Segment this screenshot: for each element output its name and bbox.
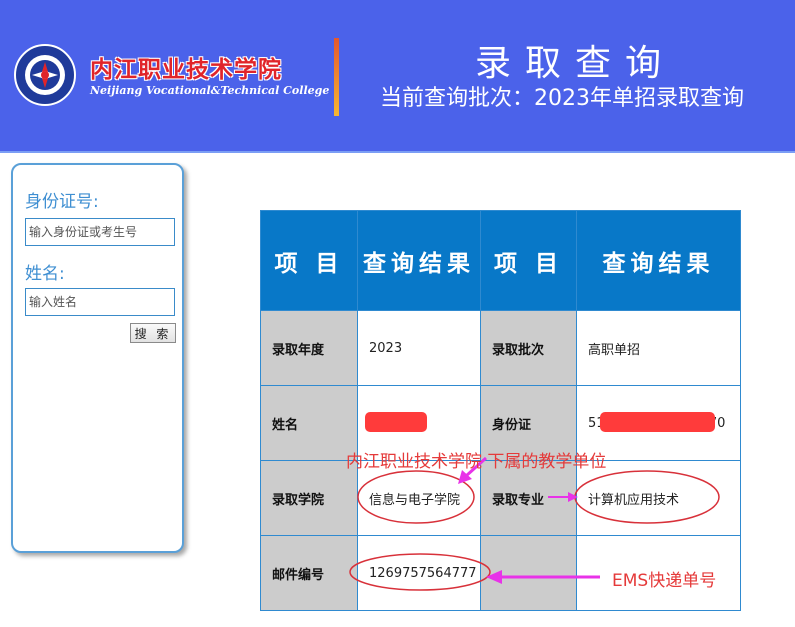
college-annotation: 内江职业技术学院 下属的教学单位 — [346, 452, 607, 472]
id-number-input[interactable] — [25, 218, 175, 246]
college-name-cn: 内江职业技术学院 — [90, 56, 282, 83]
college-logo-icon — [14, 44, 76, 106]
mail-number-label: 邮件编号 — [260, 535, 358, 611]
id-redaction — [600, 412, 715, 432]
result-table: 项 目 查询结果 项 目 查询结果 录取年度 2023 录取批次 高职单招 姓名… — [260, 210, 741, 611]
name-result-label: 姓名 — [260, 385, 358, 461]
page-header: 内江职业技术学院 Neijiang Vocational&Technical C… — [0, 0, 795, 153]
name-redaction — [365, 412, 427, 432]
table-header-row: 项 目 查询结果 项 目 查询结果 — [260, 210, 741, 311]
page-subtitle: 当前查询批次：2023年单招录取查询 — [380, 86, 744, 111]
header-item-2: 项 目 — [480, 210, 577, 311]
admission-batch-label: 录取批次 — [480, 310, 577, 386]
search-panel: 身份证号: 姓名: 搜 索 — [11, 163, 184, 553]
search-button[interactable]: 搜 索 — [130, 323, 176, 343]
admission-year-label: 录取年度 — [260, 310, 358, 386]
college-name-en: Neijiang Vocational&Technical College — [90, 84, 330, 97]
ems-annotation: EMS快递单号 — [612, 571, 717, 591]
header-result-1: 查询结果 — [357, 210, 481, 311]
admission-year-value: 2023 — [357, 310, 481, 386]
id-label: 身份证号: — [25, 192, 99, 212]
header-result-2: 查询结果 — [576, 210, 741, 311]
name-input[interactable] — [25, 288, 175, 316]
page-title: 录取查询 — [474, 43, 675, 84]
name-label: 姓名: — [25, 264, 65, 284]
empty-label-cell — [480, 535, 577, 611]
header-divider — [334, 38, 339, 116]
header-item-1: 项 目 — [260, 210, 358, 311]
admission-batch-value: 高职单招 — [576, 310, 741, 386]
table-row: 录取年度 2023 录取批次 高职单招 — [260, 310, 741, 386]
college-result-label: 录取学院 — [260, 460, 358, 536]
mail-number-value: 1269757564777 — [357, 535, 481, 611]
